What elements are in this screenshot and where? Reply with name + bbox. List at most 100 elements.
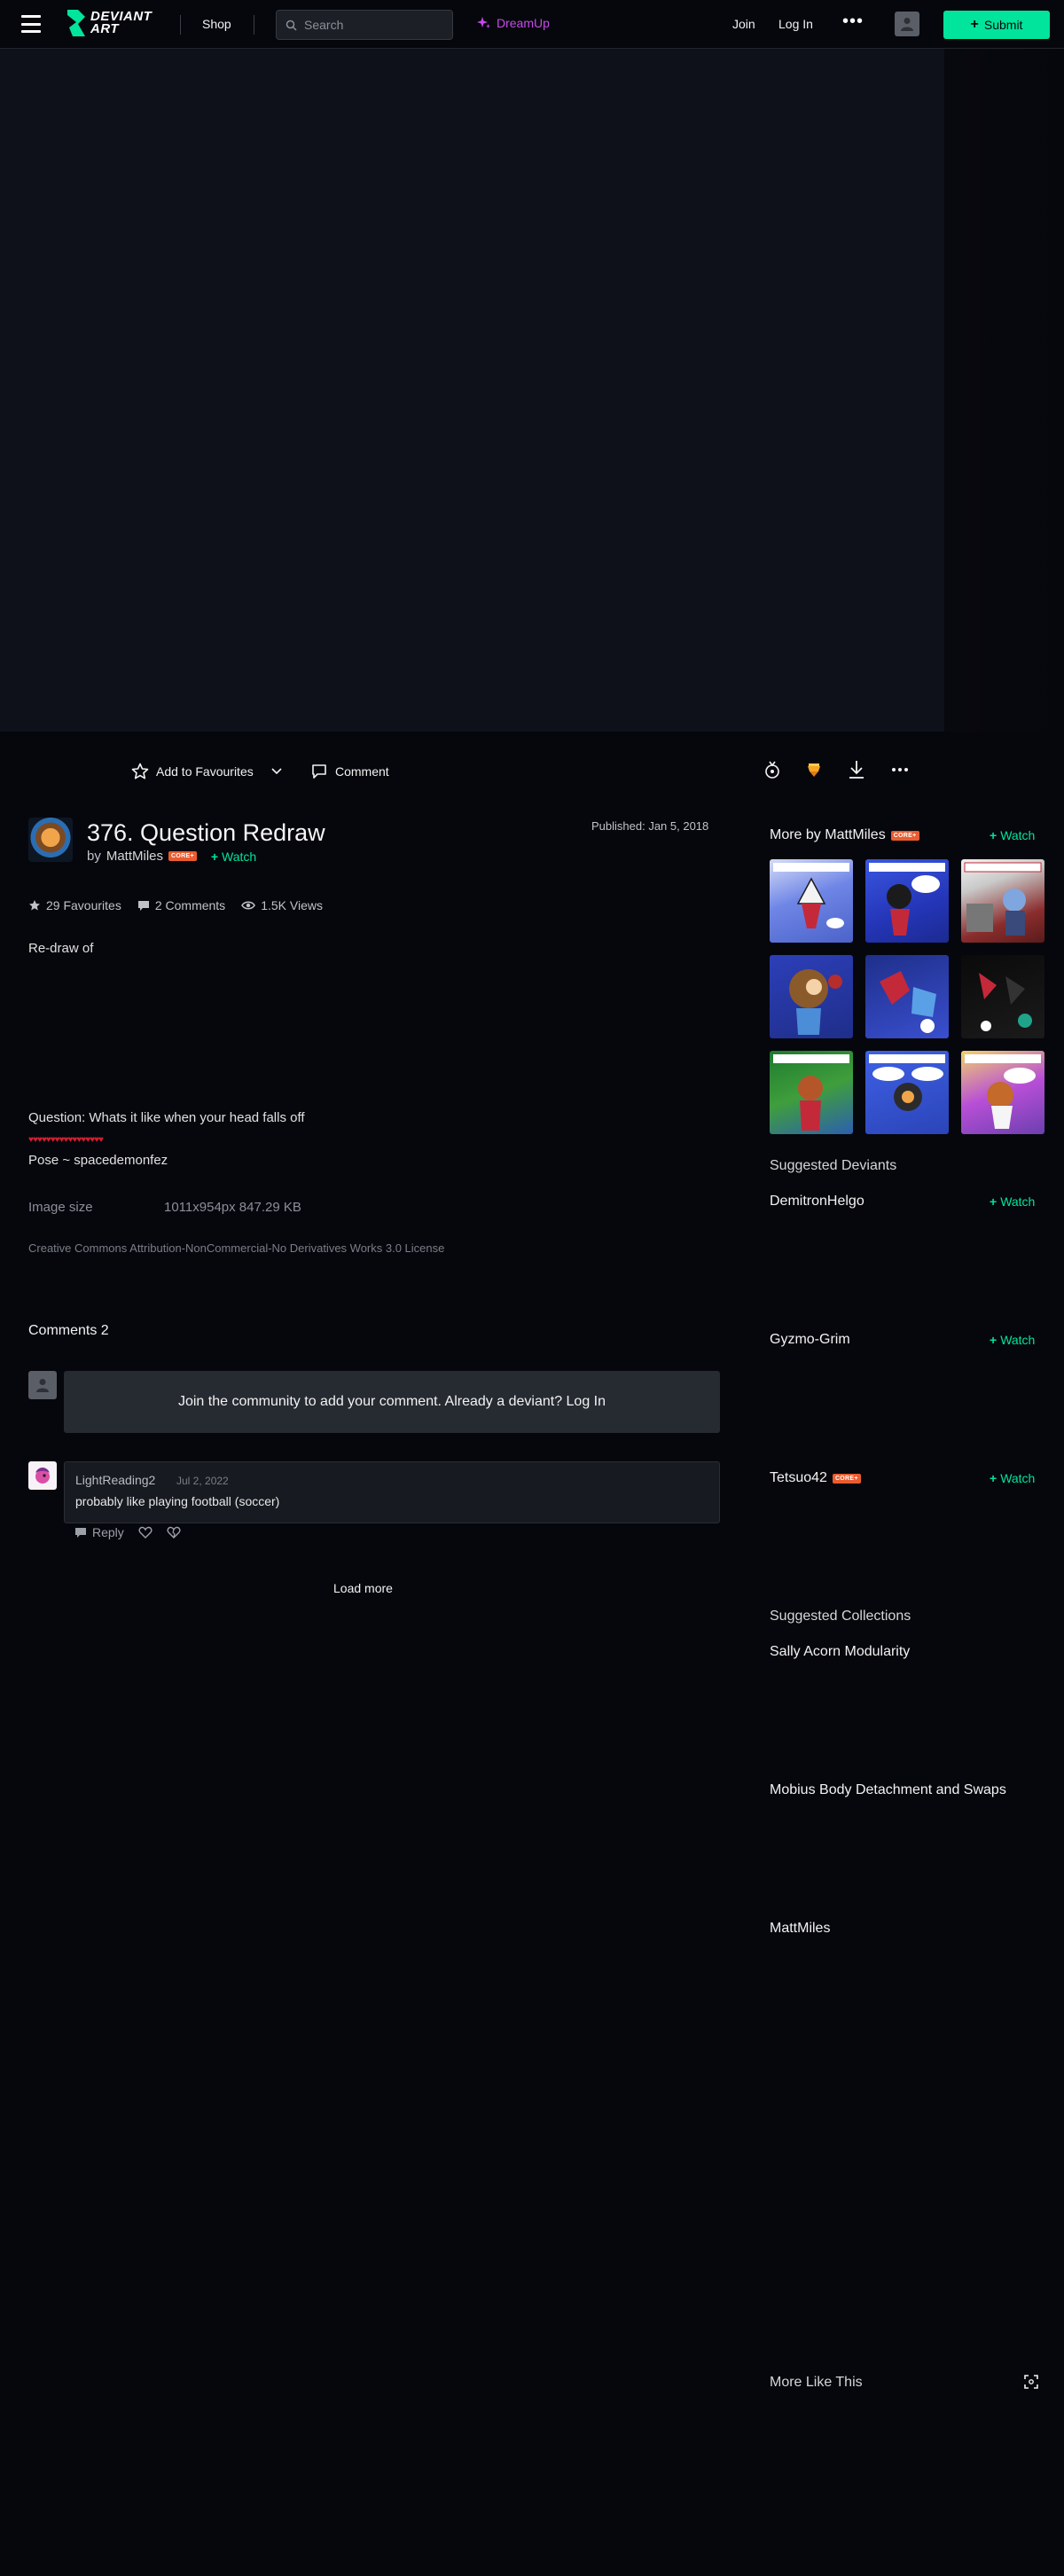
commenter-avatar[interactable]: [28, 1461, 57, 1490]
license-link[interactable]: Creative Commons Attribution-NonCommerci…: [28, 1241, 444, 1255]
watch-label: Watch: [1000, 828, 1036, 842]
by-label: by: [87, 849, 101, 864]
user-icon: [901, 18, 913, 31]
shop-link[interactable]: Shop: [202, 17, 231, 31]
comic-thumbnail-art: [773, 1054, 849, 1131]
comment-item: LightReading2 Jul 2, 2022 probably like …: [64, 1461, 720, 1523]
search-input[interactable]: [304, 18, 437, 32]
comic-thumbnail-art: [869, 863, 945, 936]
load-more-button[interactable]: Load more: [333, 1581, 393, 1595]
more-by-thumbnail[interactable]: [865, 1051, 949, 1134]
artwork-viewer-side: [944, 49, 1064, 732]
action-bar: Add to Favourites Comment: [0, 759, 1064, 786]
author-avatar[interactable]: [28, 818, 73, 862]
more-by-thumbnail[interactable]: [770, 1051, 853, 1134]
watch-author-button[interactable]: + Watch: [990, 828, 1035, 842]
suggested-deviant-label: Gyzmo-Grim: [770, 1332, 850, 1347]
star-icon: [131, 763, 149, 779]
more-by-thumbnail[interactable]: [865, 859, 949, 943]
description-line: Pose ~ spacedemonfez: [28, 1153, 168, 1168]
join-comment-box[interactable]: Join the community to add your comment. …: [64, 1371, 720, 1433]
watch-author-button[interactable]: + Watch: [211, 850, 256, 864]
suggested-deviant-label: Tetsuo42: [770, 1470, 827, 1485]
dreamup-link[interactable]: DreamUp: [477, 16, 550, 30]
menu-icon[interactable]: [21, 15, 41, 33]
more-by-thumbnail[interactable]: [961, 859, 1044, 943]
suggested-deviant-name[interactable]: Gyzmo-Grim: [770, 1332, 850, 1348]
more-options-icon[interactable]: •••: [842, 12, 864, 32]
more-by-thumbnail[interactable]: [961, 955, 1044, 1038]
badge-gift-icon[interactable]: [763, 759, 782, 780]
search-box[interactable]: [276, 10, 453, 40]
more-by-thumbnail[interactable]: [961, 1051, 1044, 1134]
comic-thumbnail-art: [789, 969, 842, 1035]
plus-icon: +: [970, 17, 979, 32]
comments-count: 2 Comments: [154, 898, 226, 912]
watch-deviant-button[interactable]: + Watch: [990, 1471, 1035, 1485]
author-link[interactable]: MattMiles: [106, 849, 163, 864]
views-stat: 1.5K Views: [241, 898, 323, 912]
plus-icon: +: [990, 1471, 998, 1485]
expand-icon[interactable]: [1023, 2374, 1039, 2390]
comic-thumbnail-art: [965, 1054, 1041, 1129]
comment-button[interactable]: Comment: [310, 763, 389, 780]
suggested-collections-heading: Suggested Collections: [770, 1609, 911, 1624]
core-badge: CORE+: [890, 830, 919, 841]
suggested-collection-link[interactable]: Mobius Body Detachment and Swaps: [770, 1782, 1006, 1798]
comments-heading: Comments 2: [28, 1323, 109, 1338]
more-options-icon[interactable]: [890, 759, 910, 780]
top-navigation-bar: DEVIANTART Shop DreamUp Join Log In ••• …: [0, 0, 1064, 49]
sparkle-icon: [477, 17, 490, 28]
comic-thumbnail-art: [979, 973, 1032, 1031]
add-to-favourites-button[interactable]: Add to Favourites: [131, 763, 254, 780]
suggested-collection-link[interactable]: Sally Acorn Modularity: [770, 1644, 910, 1660]
core-badge: CORE+: [832, 1473, 861, 1484]
more-by-heading: More by MattMiles CORE+: [770, 827, 919, 843]
star-icon: [29, 900, 40, 911]
login-link[interactable]: Log In: [778, 17, 813, 31]
suggested-collection-link[interactable]: MattMiles: [770, 1921, 830, 1937]
suggested-deviant-label: DemitronHelgo: [770, 1194, 864, 1209]
watch-label: Watch: [222, 849, 257, 864]
submit-label: Submit: [983, 18, 1023, 32]
description-line: Re-draw of: [28, 941, 94, 956]
hearts-emoticons: ♥♥♥♥♥♥♥♥♥♥♥♥♥♥♥♥♥: [28, 1135, 104, 1145]
download-icon[interactable]: [847, 759, 866, 780]
deviantart-logo[interactable]: DEVIANT ART: [66, 8, 152, 38]
suggested-deviant-name[interactable]: Tetsuo42 CORE+: [770, 1470, 861, 1486]
comment-text: probably like playing football (soccer): [75, 1494, 280, 1508]
reply-button[interactable]: Reply: [74, 1525, 124, 1539]
user-avatar-button[interactable]: [895, 12, 919, 36]
byline: by MattMiles CORE+ + Watch: [87, 849, 256, 864]
broken-heart-icon[interactable]: [167, 1526, 181, 1539]
deviantart-logo-icon: [67, 10, 85, 36]
add-to-favourites-label: Add to Favourites: [156, 764, 254, 779]
views-count: 1.5K Views: [261, 898, 323, 912]
submit-button[interactable]: + Submit: [943, 11, 1050, 39]
artwork-viewer[interactable]: [0, 49, 944, 732]
watch-deviant-button[interactable]: + Watch: [990, 1333, 1035, 1347]
points-icon[interactable]: [804, 759, 824, 780]
watch-label: Watch: [1000, 1471, 1036, 1485]
image-size-label: Image size: [28, 1200, 93, 1215]
heart-icon[interactable]: [138, 1526, 153, 1539]
published-date: Published: Jan 5, 2018: [591, 819, 709, 833]
comment-icon: [137, 901, 149, 911]
chevron-down-icon[interactable]: [270, 763, 284, 780]
plus-icon: +: [990, 1194, 998, 1209]
more-by-thumbnail[interactable]: [770, 955, 853, 1038]
image-size-value: 1011x954px 847.29 KB: [164, 1200, 301, 1215]
watch-deviant-button[interactable]: + Watch: [990, 1194, 1035, 1209]
commenter-name[interactable]: LightReading2: [75, 1473, 155, 1487]
watch-label: Watch: [1000, 1333, 1036, 1347]
more-by-thumbnail[interactable]: [770, 859, 853, 943]
join-link[interactable]: Join: [732, 17, 755, 31]
favourites-count: 29 Favourites: [46, 898, 121, 912]
more-by-thumbnail[interactable]: [865, 955, 949, 1038]
plus-icon: +: [210, 849, 219, 864]
more-by-label: More by MattMiles: [770, 827, 886, 842]
search-icon: [286, 20, 297, 31]
eye-icon: [241, 901, 256, 910]
guest-avatar: [28, 1371, 57, 1399]
suggested-deviant-name[interactable]: DemitronHelgo: [770, 1194, 864, 1210]
